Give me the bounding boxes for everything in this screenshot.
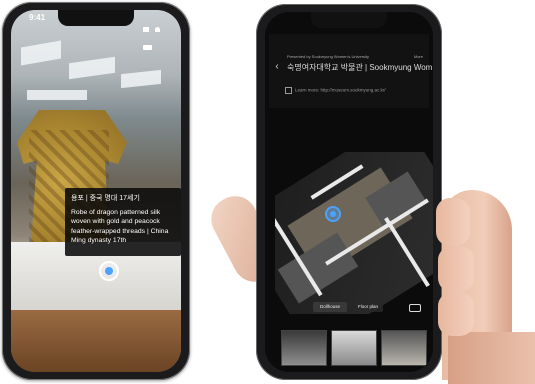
vr-headset-icon[interactable] — [409, 304, 421, 312]
hand-wrist — [448, 332, 535, 384]
back-icon[interactable]: ‹ — [271, 56, 283, 78]
ceiling-light — [121, 69, 161, 89]
battery-icon — [143, 45, 152, 50]
exhibit-info-card: 용포 | 중국 명대 17세기 Robe of dragon patterned… — [65, 188, 181, 256]
scene-thumbnails — [271, 330, 429, 368]
ceiling-light — [69, 56, 115, 80]
scene-thumbnail[interactable] — [381, 330, 427, 366]
museum-title: 숙명여자대학교 박물관 | Sookmyung Wom — [287, 63, 433, 72]
more-link[interactable]: More — [414, 54, 423, 59]
exhibit-title: 용포 | 중국 명대 17세기 — [71, 195, 140, 202]
left-phone: 9:41 용포 | 중국 명대 17세기 Robe of dragon patt… — [2, 2, 190, 380]
scene-thumbnail[interactable] — [331, 330, 377, 366]
notch — [58, 10, 134, 26]
learn-more-link[interactable]: Learn more: http://museum.sookmyung.ac.k… — [285, 87, 425, 96]
tab-dollhouse[interactable]: Dollhouse — [313, 302, 347, 312]
wifi-icon — [155, 27, 161, 32]
hand-finger — [438, 246, 474, 292]
dollhouse-view[interactable] — [275, 152, 433, 314]
notch — [311, 12, 387, 28]
scene-thumbnail[interactable] — [281, 330, 327, 366]
right-phone-screen: ‹ Presented by Sookmyung Women's Univers… — [265, 12, 433, 372]
signal-icon — [143, 27, 149, 32]
hand-finger — [436, 198, 470, 246]
tab-floor-plan[interactable]: Floor plan — [353, 302, 383, 312]
right-phone: ‹ Presented by Sookmyung Women's Univers… — [256, 4, 442, 380]
link-icon — [285, 87, 292, 94]
learn-more-text: Learn more: http://museum.sookmyung.ac.k… — [295, 87, 386, 93]
presented-by: Presented by Sookmyung Women's Universit… — [287, 54, 370, 59]
left-phone-screen: 9:41 용포 | 중국 명대 17세기 Robe of dragon patt… — [11, 10, 181, 372]
hotspot-icon[interactable] — [99, 261, 119, 281]
ceiling-light — [21, 40, 61, 66]
ceiling-light — [27, 90, 87, 100]
location-marker-icon[interactable] — [325, 206, 341, 222]
museum-floor — [11, 310, 181, 372]
hand-finger — [438, 292, 474, 336]
status-bar-icons — [141, 14, 167, 50]
status-time: 9:41 — [29, 13, 46, 22]
exhibit-description: Robe of dragon patterned silk woven with… — [71, 209, 169, 244]
